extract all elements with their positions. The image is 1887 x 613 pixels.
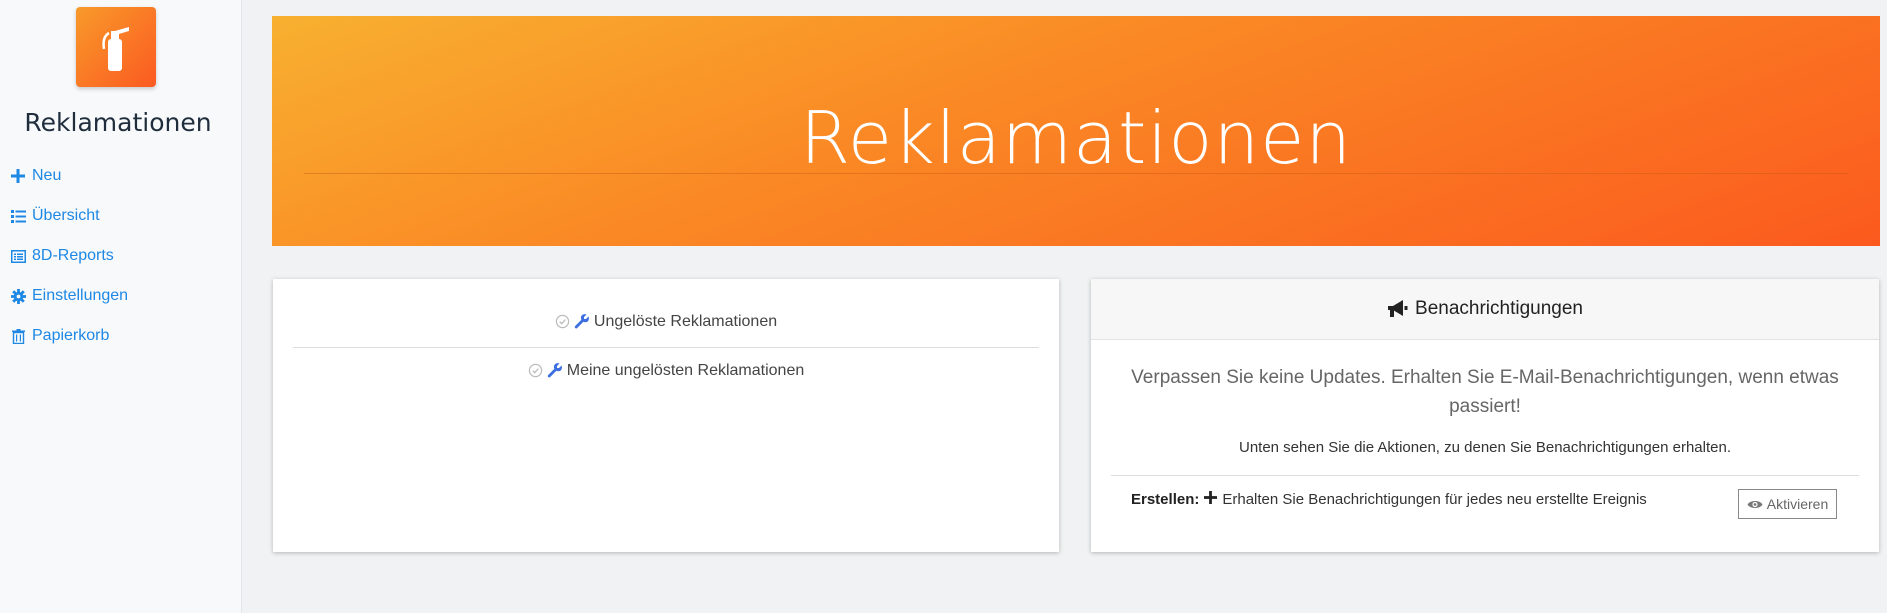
divider: [293, 347, 1039, 348]
page-title: Reklamationen: [799, 96, 1352, 180]
sidebar-item-trash[interactable]: Papierkorb: [10, 316, 128, 356]
action-name: Erstellen:: [1131, 491, 1200, 508]
list-icon: [10, 208, 26, 224]
plus-icon: [10, 168, 26, 184]
sidebar-nav: Neu Übersicht 8D-Reports Einstellungen P…: [10, 156, 128, 356]
notifications-subtext: Unten sehen Sie die Aktionen, zu denen S…: [1238, 439, 1732, 456]
megaphone-icon: [1388, 300, 1408, 317]
notification-action-row: Erstellen: Erhalten Sie Benachrichtigung…: [1131, 491, 1647, 508]
plus-icon: [1204, 491, 1218, 508]
sidebar-item-label: Papierkorb: [32, 327, 110, 344]
check-circle-icon: [555, 314, 570, 334]
sidebar-item-label: Übersicht: [32, 207, 100, 224]
app-title: Reklamationen: [24, 108, 212, 137]
hero-divider: [304, 173, 1848, 174]
sidebar-item-label: Neu: [32, 167, 62, 184]
link-label: Ungelöste Reklamationen: [593, 313, 778, 330]
link-label: Meine ungelösten Reklamationen: [566, 362, 805, 379]
trash-icon: [10, 328, 26, 344]
check-circle-icon: [528, 363, 543, 383]
notifications-title: Benachrichtigungen: [1415, 298, 1583, 319]
link-unresolved-complaints[interactable]: Ungelöste Reklamationen: [293, 313, 1039, 334]
sidebar-item-overview[interactable]: Übersicht: [10, 196, 128, 236]
wrench-icon: [574, 313, 590, 334]
app-logo[interactable]: [76, 7, 156, 87]
table-list-icon: [10, 248, 26, 264]
notifications-header: Benachrichtigungen: [1091, 279, 1879, 340]
quick-links-card: Ungelöste Reklamationen Meine ungelösten…: [273, 279, 1059, 552]
notifications-card: Benachrichtigungen Verpassen Sie keine U…: [1091, 279, 1879, 552]
divider: [1111, 475, 1859, 476]
sidebar-item-new[interactable]: Neu: [10, 156, 128, 196]
sidebar-item-label: Einstellungen: [32, 287, 129, 304]
action-description: Erhalten Sie Benachrichtigungen für jede…: [1222, 491, 1647, 508]
fire-extinguisher-icon: [102, 27, 129, 71]
sidebar-item-label: 8D-Reports: [32, 247, 114, 264]
notifications-lead: Verpassen Sie keine Updates. Erhalten Si…: [1131, 367, 1839, 417]
activate-button[interactable]: Aktivieren: [1738, 489, 1837, 519]
sidebar-item-8d-reports[interactable]: 8D-Reports: [10, 236, 128, 276]
app: Reklamationen Neu Übersicht 8D-Reports E…: [0, 0, 1887, 613]
wrench-icon: [547, 362, 563, 383]
activate-button-label: Aktivieren: [1766, 496, 1829, 512]
link-my-unresolved-complaints[interactable]: Meine ungelösten Reklamationen: [293, 362, 1039, 383]
sidebar: Reklamationen Neu Übersicht 8D-Reports E…: [0, 0, 242, 613]
hero-banner: Reklamationen: [272, 16, 1880, 246]
gear-icon: [10, 288, 26, 304]
eye-icon: [1747, 500, 1763, 508]
sidebar-item-settings[interactable]: Einstellungen: [10, 276, 128, 316]
